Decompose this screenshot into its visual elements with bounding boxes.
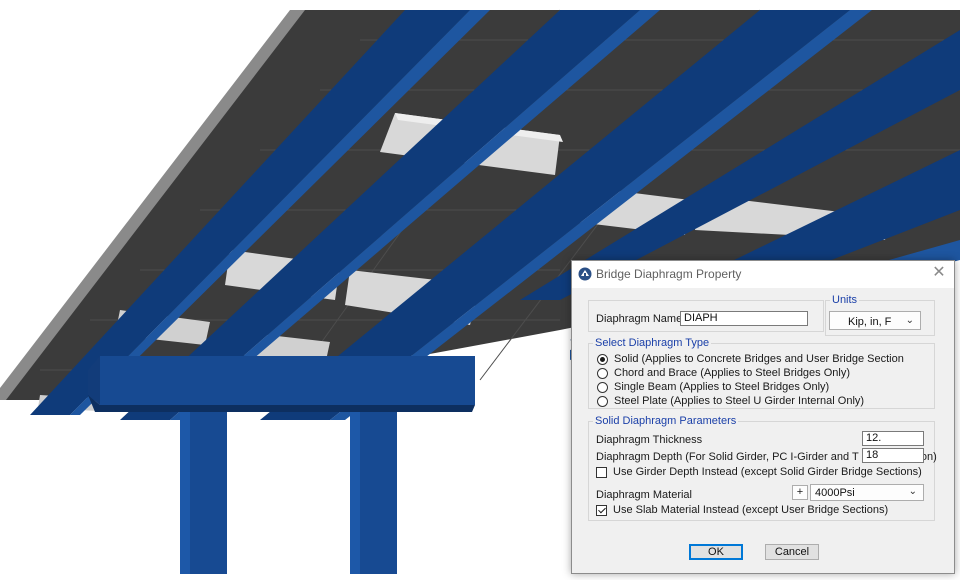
use-girder-depth-label: Use Girder Depth Instead (except Solid G… — [613, 466, 922, 478]
dialog-title: Bridge Diaphragm Property — [596, 267, 742, 281]
use-slab-material-label: Use Slab Material Instead (except User B… — [613, 504, 889, 516]
chevron-down-icon: ⌄ — [905, 315, 914, 326]
radio-button-solid[interactable] — [597, 354, 608, 365]
diaphragm-type-group: Select Diaphragm Type Solid (Applies to … — [588, 337, 935, 409]
radio-button-steel-plate[interactable] — [597, 396, 608, 407]
type-option-label: Steel Plate (Applies to Steel U Girder I… — [614, 395, 865, 407]
units-value: Kip, in, F — [848, 316, 892, 328]
units-legend: Units — [830, 294, 860, 306]
pier-columns — [180, 412, 397, 574]
radio-button-chord-and-brace[interactable] — [597, 368, 608, 379]
depth-input[interactable]: 18 — [862, 448, 924, 463]
type-option-label: Single Beam (Applies to Steel Bridges On… — [614, 381, 830, 393]
material-dropdown[interactable]: 4000Psi ⌄ — [810, 484, 924, 501]
diaphragm-name-input[interactable]: DIAPH — [680, 311, 808, 326]
bridge-diaphragm-property-dialog: Bridge Diaphragm Property ✕ Diaphragm Na… — [571, 260, 955, 574]
chevron-down-icon: ⌄ — [908, 486, 917, 497]
pier-cap — [88, 356, 475, 412]
thickness-input[interactable]: 12. — [862, 431, 924, 446]
dialog-titlebar[interactable]: Bridge Diaphragm Property ✕ — [572, 261, 954, 288]
use-girder-depth-checkbox[interactable] — [596, 467, 607, 478]
units-dropdown[interactable]: Kip, in, F ⌄ — [829, 311, 921, 330]
thickness-label: Diaphragm Thickness — [596, 434, 703, 446]
diaphragm-type-legend: Select Diaphragm Type — [593, 337, 712, 349]
cancel-button[interactable]: Cancel — [765, 544, 819, 560]
bridge-app-icon — [578, 267, 592, 281]
add-material-button[interactable]: + — [792, 485, 808, 500]
material-value: 4000Psi — [815, 487, 855, 499]
type-option-label: Solid (Applies to Concrete Bridges and U… — [614, 353, 904, 365]
material-label: Diaphragm Material — [596, 489, 692, 501]
diaphragm-name-label: Diaphragm Name — [596, 313, 683, 325]
ok-button[interactable]: OK — [689, 544, 743, 560]
use-slab-material-checkbox[interactable] — [596, 505, 607, 516]
close-icon[interactable]: ✕ — [930, 264, 948, 282]
radio-button-single-beam[interactable] — [597, 382, 608, 393]
solid-parameters-legend: Solid Diaphragm Parameters — [593, 415, 739, 427]
type-option-label: Chord and Brace (Applies to Steel Bridge… — [614, 367, 851, 379]
